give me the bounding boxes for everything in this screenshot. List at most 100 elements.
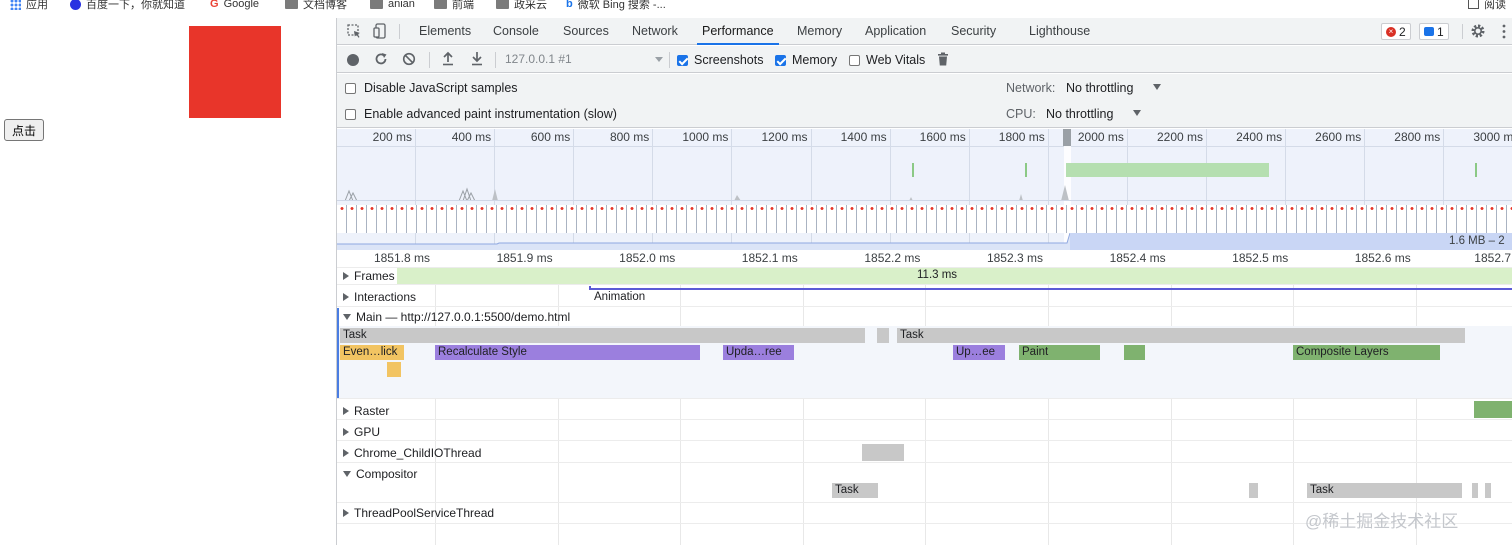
overview-tick-label: 400 ms	[451, 130, 492, 144]
overview-tick-label: 800 ms	[609, 130, 650, 144]
bookmark-bing[interactable]: b 微软 Bing 搜索 -...	[566, 0, 666, 12]
tab-memory[interactable]: Memory	[797, 18, 842, 45]
reload-record-icon[interactable]	[374, 52, 388, 69]
track-divider	[337, 462, 1512, 463]
tab-application[interactable]: Application	[865, 18, 926, 45]
tab-elements[interactable]: Elements	[419, 18, 471, 45]
memory-checkbox[interactable]: Memory	[775, 53, 837, 67]
track-interactions[interactable]: Interactions	[343, 290, 416, 304]
timeline-overview[interactable]: 200 ms 400 ms 600 ms 800 ms 1000 ms 1200 ms 14…	[337, 129, 1512, 250]
device-toolbar-icon[interactable]	[373, 23, 389, 42]
flame-chart[interactable]: 1851.8 ms 1851.9 ms 1852.0 ms 1852.1 ms 1852…	[337, 250, 1512, 545]
download-icon[interactable]	[470, 51, 484, 69]
cpu-throttling-select[interactable]: No throttling	[1046, 107, 1141, 121]
bookmark-folder-anian[interactable]: anian	[370, 0, 415, 12]
advanced-paint-checkbox[interactable]: Enable advanced paint instrumentation (s…	[345, 107, 617, 121]
task-event[interactable]: Task	[832, 483, 878, 498]
web-vitals-checkbox[interactable]: Web Vitals	[849, 53, 925, 67]
trash-icon[interactable]	[937, 52, 949, 69]
timeline-tick-label: 1852.1 ms	[741, 251, 798, 265]
track-child-io-thread[interactable]: Chrome_ChildIOThread	[343, 446, 481, 460]
upload-icon[interactable]	[441, 51, 455, 69]
track-raster[interactable]: Raster	[343, 404, 389, 418]
overview-selection-handle[interactable]	[1063, 129, 1071, 146]
tab-lighthouse[interactable]: Lighthouse	[1029, 18, 1090, 45]
timeline-tick-label: 1852.3 ms	[986, 251, 1043, 265]
checkbox-unchecked-icon	[849, 54, 860, 66]
bookmark-folder-zcy[interactable]: 政采云	[496, 0, 547, 12]
google-g-icon: G	[210, 0, 219, 10]
task-event[interactable]	[1472, 483, 1478, 498]
animation-bar[interactable]	[589, 288, 1512, 290]
update-layer-tree-event[interactable]: Upda…ree	[723, 345, 794, 360]
task-event[interactable]: Task	[1307, 483, 1462, 498]
function-call-event[interactable]	[387, 362, 401, 377]
tab-performance[interactable]: Performance	[697, 18, 779, 45]
expand-triangle-icon	[343, 449, 349, 457]
update-layer-tree-event[interactable]: Up…ee	[953, 345, 1005, 360]
messages-badge[interactable]: 1	[1419, 23, 1449, 40]
inspect-element-icon[interactable]	[347, 24, 362, 42]
track-gpu[interactable]: GPU	[343, 425, 380, 439]
task-event[interactable]	[1485, 483, 1491, 498]
track-threadpool[interactable]: ThreadPoolServiceThread	[343, 506, 494, 520]
selected-track-indicator	[337, 308, 339, 398]
screenshots-red-markers	[337, 207, 1512, 210]
overview-tick-label: 1800 ms	[998, 130, 1045, 144]
errors-badge[interactable]: × 2	[1381, 23, 1411, 40]
page-viewport	[0, 18, 336, 545]
track-divider	[337, 502, 1512, 503]
task-event[interactable]: Task	[897, 328, 1465, 343]
bookmark-apps[interactable]: 应用	[10, 0, 48, 12]
screenshots-checkbox[interactable]: Screenshots	[677, 53, 763, 67]
recalculate-style-event[interactable]: Recalculate Style	[435, 345, 700, 360]
record-icon[interactable]	[347, 54, 359, 66]
more-vertical-icon[interactable]	[1501, 24, 1507, 42]
tabbar-divider	[399, 24, 400, 39]
red-box	[189, 26, 281, 118]
bookmark-reading-list[interactable]: 阅读	[1468, 0, 1506, 12]
event-click-event[interactable]: Even…lick	[340, 345, 404, 360]
tab-security[interactable]: Security	[951, 18, 996, 45]
overview-tick-label: 1000 ms	[682, 130, 729, 144]
track-main[interactable]: Main — http://127.0.0.1:5500/demo.html	[343, 310, 570, 324]
click-button[interactable]: 点击	[4, 119, 44, 141]
task-event[interactable]	[1249, 483, 1258, 498]
profile-select[interactable]: 127.0.0.1 #1	[505, 51, 663, 68]
tab-sources[interactable]: Sources	[563, 18, 609, 45]
paint-event[interactable]: Paint	[1019, 345, 1100, 360]
toolbar-divider	[669, 52, 670, 68]
checkbox-unchecked-icon	[345, 108, 356, 120]
timeline-gridline	[1048, 268, 1049, 545]
timeline-gridline	[925, 268, 927, 545]
tab-network[interactable]: Network	[632, 18, 678, 45]
checkbox-unchecked-icon	[345, 82, 356, 94]
bookmark-folder-frontend[interactable]: 前端	[434, 0, 474, 12]
overview-tick-label: 600 ms	[530, 130, 571, 144]
track-frames[interactable]: Frames	[343, 269, 395, 283]
expand-triangle-icon	[343, 428, 349, 436]
task-event[interactable]	[862, 444, 904, 461]
gear-icon[interactable]	[1470, 23, 1486, 42]
disable-js-samples-checkbox[interactable]: Disable JavaScript samples	[345, 81, 518, 95]
task-event[interactable]: Task	[340, 328, 865, 343]
task-event[interactable]	[877, 328, 889, 343]
overview-tick-label: 200 ms	[372, 130, 412, 144]
clear-icon[interactable]	[402, 52, 416, 69]
network-throttling-select[interactable]: No throttling	[1066, 81, 1161, 95]
composite-layers-event[interactable]: Composite Layers	[1293, 345, 1440, 360]
folder-icon	[434, 0, 447, 9]
timeline-tick-label: 1852.5 ms	[1232, 251, 1289, 265]
bookmark-google[interactable]: G Google	[210, 0, 259, 12]
capture-settings: Disable JavaScript samples Enable advanc…	[337, 74, 1512, 128]
bookmark-folder-docs[interactable]: 文档博客	[285, 0, 347, 12]
expand-triangle-icon	[343, 293, 349, 301]
tab-console[interactable]: Console	[493, 18, 539, 45]
bookmark-baidu[interactable]: 百度一下，你就知道	[70, 0, 185, 12]
track-compositor[interactable]: Compositor	[343, 467, 417, 481]
track-divider	[337, 440, 1512, 441]
heap-range-label: 1.6 MB – 2	[1449, 235, 1505, 247]
devtools-panel: Elements Console Sources Network Perform…	[336, 18, 1512, 545]
paint-event[interactable]	[1124, 345, 1145, 360]
raster-event[interactable]	[1474, 401, 1512, 418]
